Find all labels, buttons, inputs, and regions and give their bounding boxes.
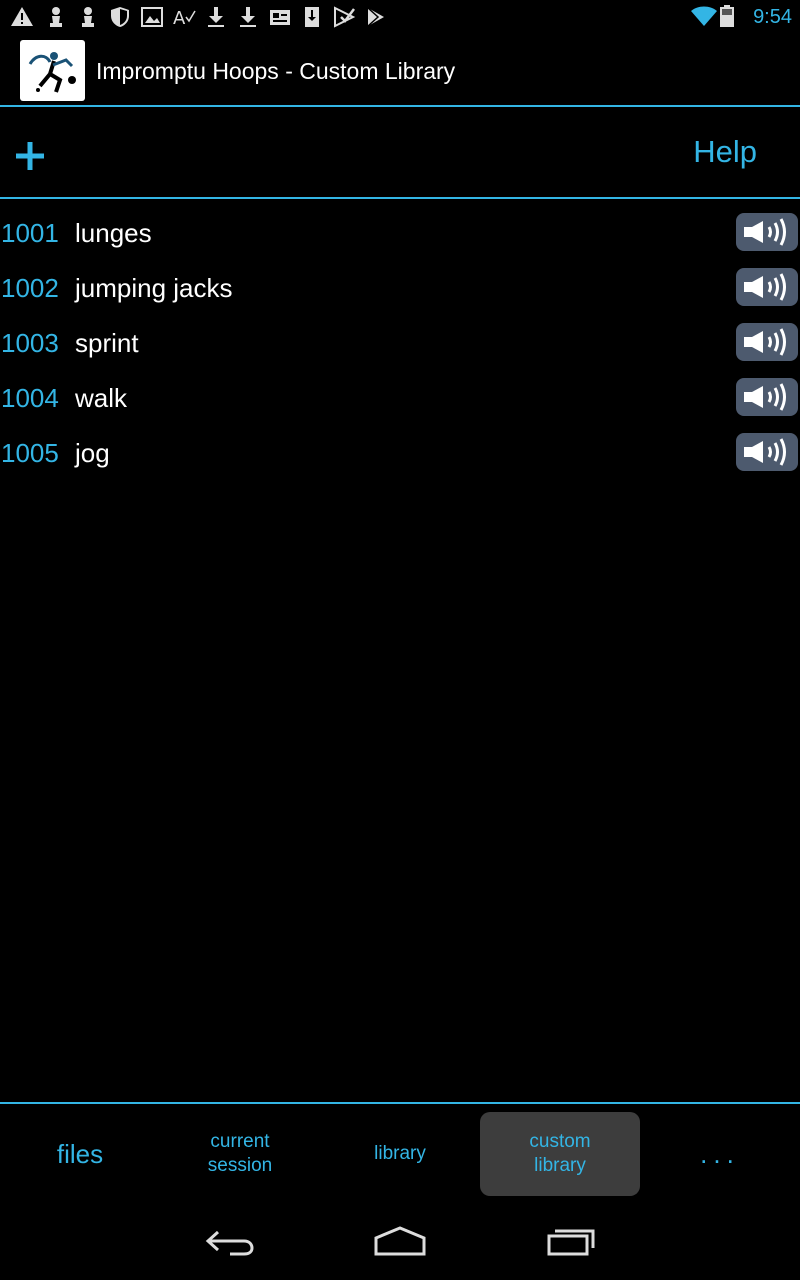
item-name: jog — [75, 438, 110, 468]
download-icon — [240, 7, 256, 27]
play-check-icon — [334, 6, 356, 28]
download-icon — [208, 7, 224, 27]
warning-icon — [11, 7, 33, 26]
screen: A 9:54 Impromptu Hoops - Custom Library … — [0, 0, 800, 1280]
item-id: 1001 — [1, 218, 59, 248]
item-name: jumping jacks — [75, 273, 233, 303]
item-name: lunges — [75, 218, 152, 248]
speaker-icon — [744, 383, 786, 411]
battery-icon — [720, 5, 734, 27]
exercise-list: 1001 lunges 1002 jumping jacks 1003 spri… — [0, 205, 800, 480]
item-name: sprint — [75, 328, 139, 358]
wifi-icon — [691, 6, 717, 26]
plus-icon — [16, 142, 44, 170]
tab-label: files — [56, 1139, 104, 1169]
clock: 9:54 — [753, 6, 792, 28]
chess-pawn-icon — [50, 7, 62, 27]
item-id: 1003 — [1, 328, 59, 358]
toolbar-divider — [0, 197, 800, 199]
add-button[interactable] — [10, 132, 50, 180]
tab-current-session[interactable]: current session — [160, 1112, 320, 1196]
play-sound-button[interactable] — [736, 323, 798, 361]
tab-files[interactable]: files — [0, 1112, 160, 1196]
item-id: 1005 — [1, 438, 59, 468]
play-sound-button[interactable] — [736, 378, 798, 416]
svg-text:A: A — [173, 8, 186, 29]
tab-label: custom library — [529, 1131, 591, 1176]
app-logo-icon[interactable] — [20, 40, 85, 101]
sim-download-icon — [305, 7, 319, 27]
play-store-icon — [367, 7, 384, 27]
tab-library[interactable]: library — [320, 1112, 480, 1196]
bottom-tabs: files current session library custom lib… — [0, 1104, 800, 1202]
status-bar: A 9:54 — [0, 0, 800, 34]
recent-apps-icon[interactable] — [541, 1224, 601, 1258]
tab-label: library — [374, 1143, 426, 1164]
list-item[interactable]: 1005 jog — [0, 425, 800, 480]
list-item[interactable]: 1003 sprint — [0, 315, 800, 370]
play-sound-button[interactable] — [736, 433, 798, 471]
list-item[interactable]: 1004 walk — [0, 370, 800, 425]
home-icon[interactable] — [370, 1224, 430, 1258]
page-title: Impromptu Hoops - Custom Library — [96, 58, 456, 84]
navigation-bar — [0, 1202, 800, 1280]
chess-pawn-icon — [82, 7, 94, 27]
speaker-icon — [744, 218, 786, 246]
card-icon — [270, 10, 290, 25]
play-sound-button[interactable] — [736, 268, 798, 306]
spell-check-icon: A — [173, 8, 196, 29]
action-bar: Impromptu Hoops - Custom Library — [0, 34, 800, 106]
image-icon — [141, 7, 163, 27]
speaker-icon — [744, 273, 786, 301]
list-item[interactable]: 1002 jumping jacks — [0, 260, 800, 315]
overflow-menu-button[interactable]: ... — [640, 1112, 800, 1196]
tab-label: ... — [700, 1139, 740, 1169]
help-button[interactable]: Help — [693, 134, 757, 170]
back-icon[interactable] — [200, 1224, 260, 1258]
item-id: 1004 — [1, 383, 59, 413]
toolbar: Help — [0, 107, 800, 198]
tab-label: current session — [207, 1131, 273, 1176]
speaker-icon — [744, 328, 786, 356]
item-name: walk — [75, 383, 128, 413]
shield-icon — [111, 7, 129, 27]
play-sound-button[interactable] — [736, 213, 798, 251]
speaker-icon — [744, 438, 786, 466]
list-item[interactable]: 1001 lunges — [0, 205, 800, 260]
item-id: 1002 — [1, 273, 59, 303]
tab-custom-library[interactable]: custom library — [480, 1112, 640, 1196]
